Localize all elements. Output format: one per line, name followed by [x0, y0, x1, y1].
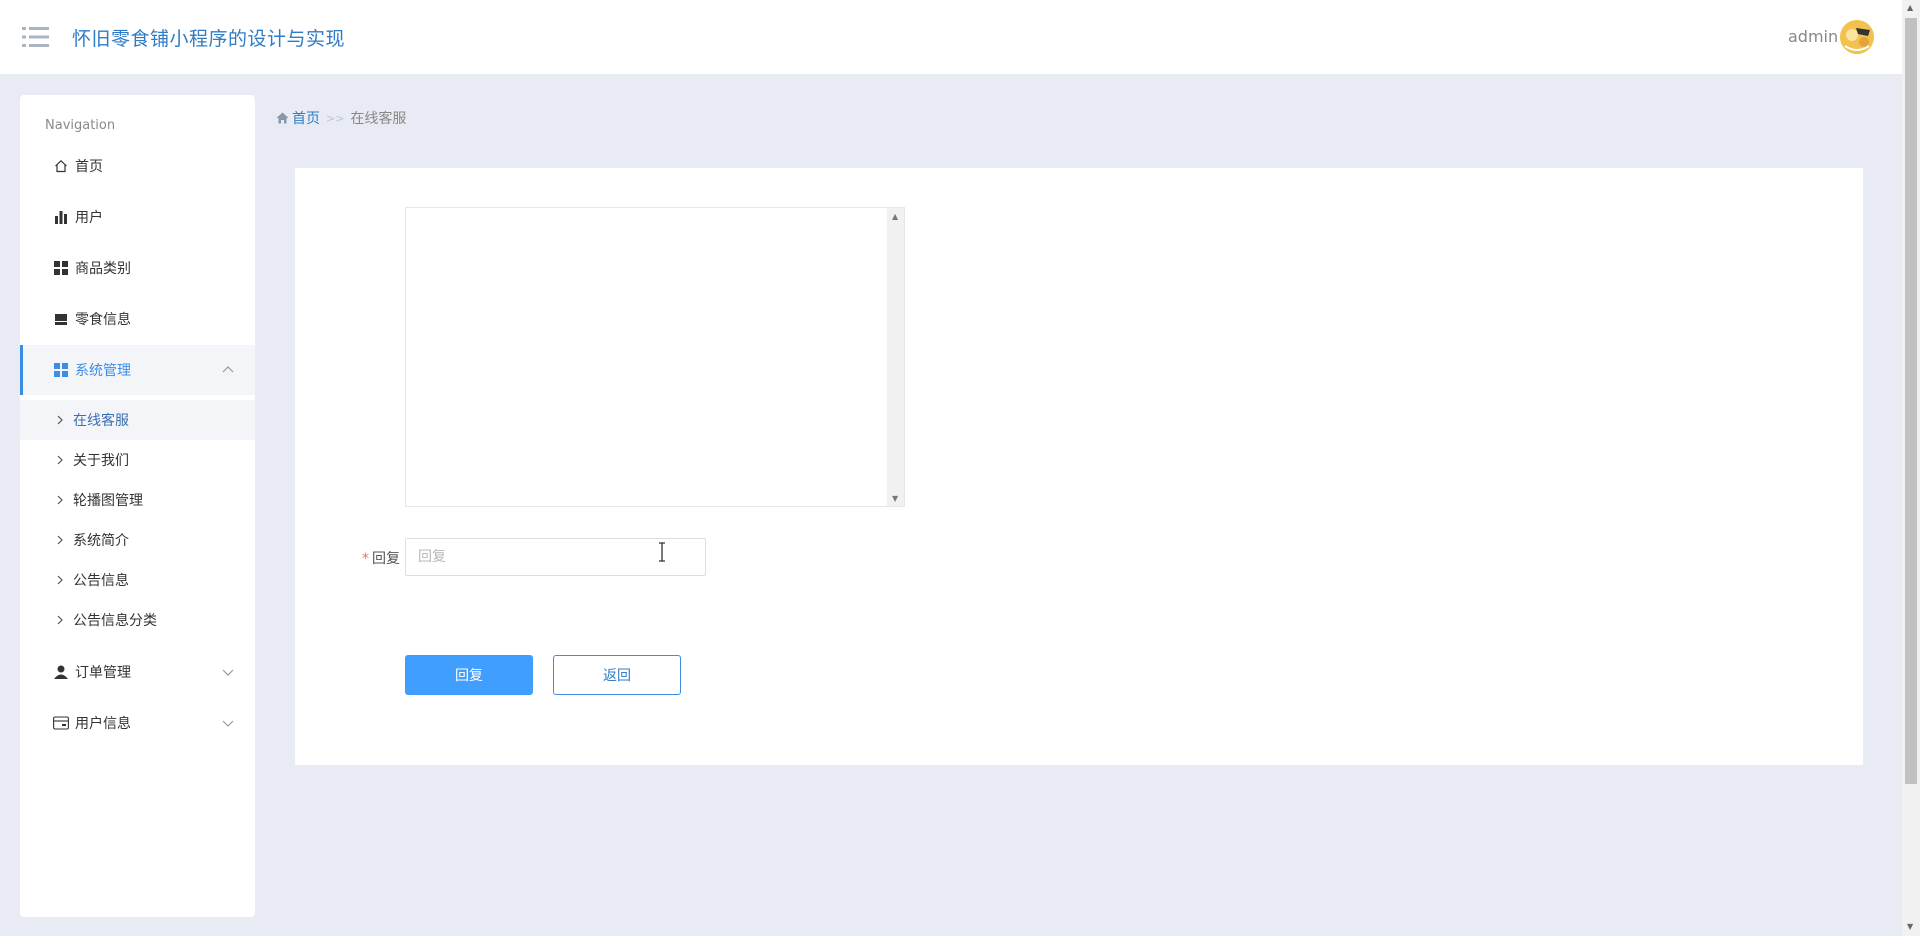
reply-button[interactable]: 回复	[405, 655, 533, 695]
avatar[interactable]	[1840, 20, 1874, 54]
sidebar-item-system[interactable]: 系统管理	[20, 345, 255, 395]
chevron-right-icon	[57, 455, 63, 465]
sidebar-subitem-online-service[interactable]: 在线客服	[20, 400, 255, 440]
sidebar-item-home[interactable]: 首页	[20, 141, 255, 191]
bar-chart-icon	[53, 209, 69, 225]
reply-label: * 回复	[356, 548, 400, 568]
sidebar-item-users[interactable]: 用户	[20, 192, 255, 242]
breadcrumb-home[interactable]: 首页	[276, 108, 320, 128]
sidebar-item-label: 首页	[75, 159, 103, 175]
top-header: 怀旧零食铺小程序的设计与实现 admin	[0, 0, 1902, 74]
main-card: ▲ ▼ *回复 回复 返回	[295, 168, 1863, 765]
page-scrollbar[interactable]: ▲ ▼	[1902, 0, 1920, 936]
breadcrumb-current: 在线客服	[350, 111, 407, 127]
reply-input[interactable]	[405, 538, 706, 576]
scroll-up-icon[interactable]: ▲	[1907, 3, 1913, 12]
sidebar-item-orders[interactable]: 订单管理	[20, 647, 255, 697]
sidebar-item-snacks[interactable]: 零食信息	[20, 294, 255, 344]
required-mark: *	[362, 551, 369, 567]
sidebar-subitem-label: 在线客服	[73, 413, 129, 429]
breadcrumb-home-label: 首页	[292, 111, 320, 127]
chevron-right-icon	[57, 495, 63, 505]
sidebar-item-label: 用户	[75, 210, 103, 226]
sidebar-item-label: 用户信息	[75, 716, 131, 732]
scroll-down-icon[interactable]: ▼	[1907, 922, 1913, 931]
home-icon	[53, 158, 69, 174]
sidebar-item-label: 零食信息	[75, 312, 131, 328]
nav-caption: Navigation	[45, 118, 116, 133]
sidebar: Navigation 首页 用户 商品类别 零食信息 系统管理 在线客服 关于我…	[20, 95, 255, 917]
chevron-right-icon	[57, 615, 63, 625]
chat-scrollbar[interactable]: ▲ ▼	[887, 208, 904, 506]
scroll-up-icon[interactable]: ▲	[892, 212, 898, 221]
shop-icon	[53, 311, 69, 327]
sidebar-subitem-label: 系统简介	[73, 533, 129, 549]
back-button[interactable]: 返回	[553, 655, 681, 695]
chevron-right-icon	[57, 415, 63, 425]
chevron-down-icon	[221, 665, 235, 679]
sidebar-item-user-info[interactable]: 用户信息	[20, 698, 255, 748]
sidebar-item-label: 商品类别	[75, 261, 131, 277]
sidebar-subitem-label: 轮播图管理	[73, 493, 143, 509]
grid-icon	[53, 362, 69, 378]
scroll-down-icon[interactable]: ▼	[892, 494, 898, 503]
sidebar-subitem-notice-categories[interactable]: 公告信息分类	[20, 600, 255, 640]
sidebar-subitem-about-us[interactable]: 关于我们	[20, 440, 255, 480]
breadcrumb: 首页 >> 在线客服	[276, 108, 406, 128]
sidebar-item-label: 订单管理	[75, 665, 131, 681]
chevron-right-icon	[57, 575, 63, 585]
reply-label-text: 回复	[372, 551, 400, 567]
card-icon	[53, 715, 69, 731]
user-icon	[53, 664, 69, 680]
sidebar-subitem-notices[interactable]: 公告信息	[20, 560, 255, 600]
breadcrumb-separator: >>	[326, 111, 345, 125]
sidebar-subitem-carousel[interactable]: 轮播图管理	[20, 480, 255, 520]
sidebar-subitem-system-intro[interactable]: 系统简介	[20, 520, 255, 560]
chevron-right-icon	[57, 535, 63, 545]
chevron-down-icon	[221, 716, 235, 730]
sidebar-subitem-label: 关于我们	[73, 453, 129, 469]
sidebar-subitem-label: 公告信息	[73, 573, 129, 589]
sidebar-subitem-label: 公告信息分类	[73, 613, 157, 629]
menu-toggle-icon[interactable]	[22, 26, 50, 48]
scrollbar-thumb[interactable]	[1905, 18, 1917, 784]
sidebar-item-label: 系统管理	[75, 363, 131, 379]
username[interactable]: admin	[1788, 27, 1838, 46]
app-title: 怀旧零食铺小程序的设计与实现	[72, 28, 346, 50]
sidebar-item-categories[interactable]: 商品类别	[20, 243, 255, 293]
chat-message-area[interactable]: ▲ ▼	[405, 207, 905, 507]
home-icon	[276, 112, 289, 124]
grid-icon	[53, 260, 69, 276]
chevron-up-icon	[221, 363, 235, 377]
